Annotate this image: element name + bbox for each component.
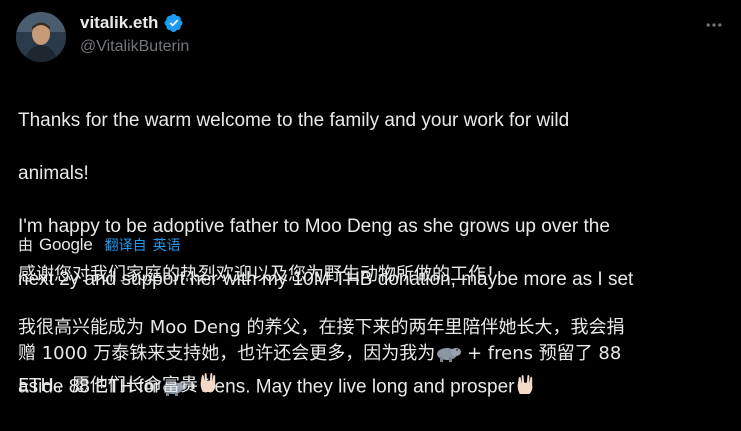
translated-paragraph: 感谢您对我们家庭的热烈欢迎以及您为野生动物所做的工作！ — [18, 264, 504, 285]
google-logo: Google — [39, 234, 93, 254]
hippopotamus-emoji-icon — [435, 344, 462, 371]
author-avatar[interactable] — [16, 12, 66, 62]
translated-fragment: ETH。愿他们长命富贵 — [18, 374, 198, 396]
translated-line: ETH。愿他们长命富贵 — [18, 371, 723, 403]
source-language-link[interactable]: 英语 — [153, 235, 181, 255]
vulcan-salute-emoji-icon — [198, 371, 219, 403]
tweet-line: Thanks for the warm welcome to the famil… — [18, 109, 570, 131]
author-display-name[interactable]: vitalik.eth — [80, 13, 158, 33]
translated-text: 感谢您对我们家庭的热烈欢迎以及您为野生动物所做的工作！ 我很高兴能成为 Moo … — [18, 262, 723, 402]
translated-line: 赠 1000 万泰铢来支持她，也许还会更多，因为我为 + frens 预留了 8… — [18, 341, 723, 371]
avatar-portrait — [16, 12, 66, 62]
translated-fragment: 赠 1000 万泰铢来支持她，也许还会更多，因为我为 — [18, 343, 436, 364]
translated-from-link[interactable]: 翻译自 — [105, 235, 147, 255]
author-handle[interactable]: @VitalikButerin — [80, 38, 189, 56]
more-options-icon[interactable] — [703, 14, 725, 36]
translation-attribution: 由 Google 翻译自 英语 — [18, 234, 181, 255]
tweet-line: animals! — [18, 162, 89, 184]
author-name-row: vitalik.eth — [80, 13, 184, 33]
verified-badge-icon — [164, 13, 184, 33]
translated-by-label: 由 — [18, 237, 34, 254]
translated-line: 我很高兴能成为 Moo Deng 的养父，在接下来的两年里陪伴她长大，我会捐 — [18, 316, 625, 338]
translated-fragment: + frens 预留了 88 — [461, 343, 622, 364]
